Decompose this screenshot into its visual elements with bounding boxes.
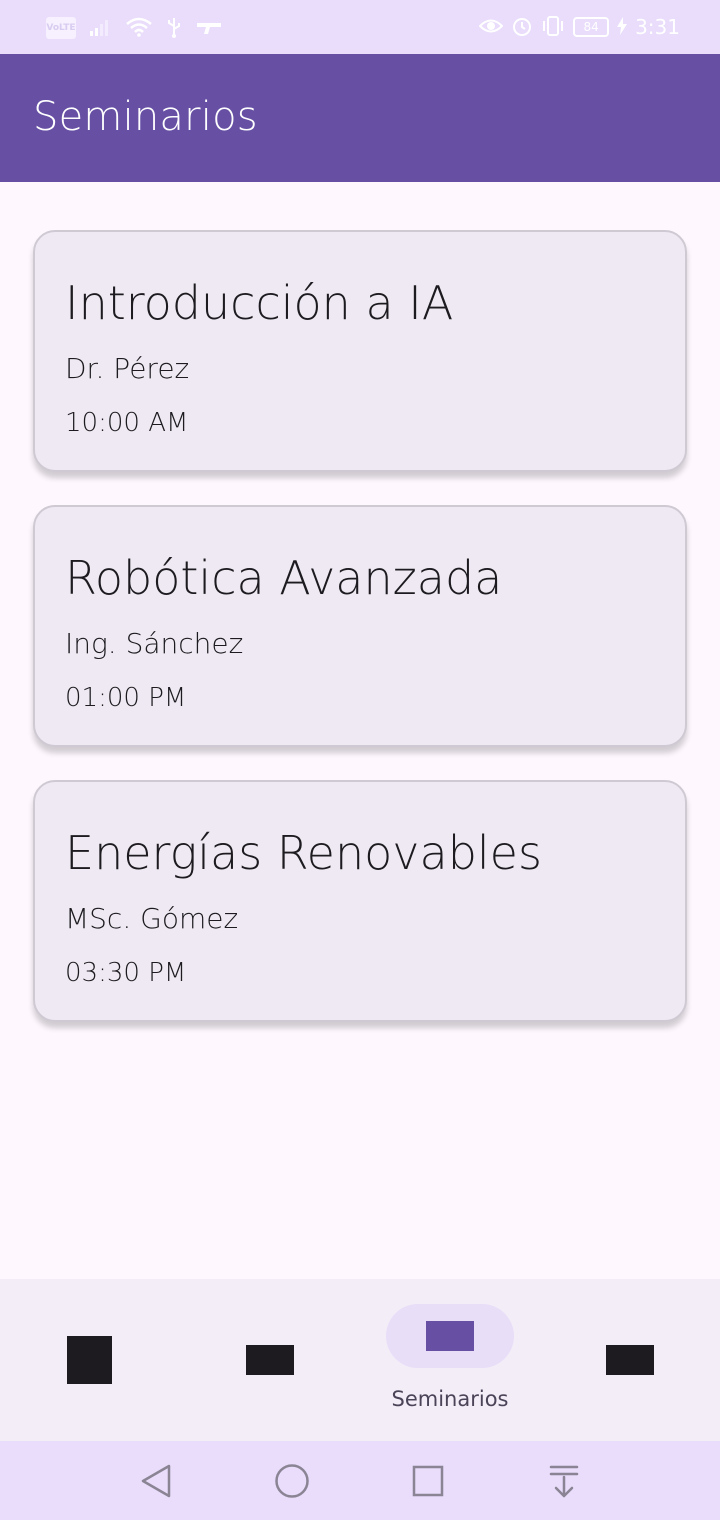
seminar-title: Introducción a IA bbox=[65, 276, 454, 330]
wifi-icon bbox=[126, 17, 152, 40]
seminar-speaker: MSc. Gómez bbox=[65, 902, 239, 935]
bottom-navigation: Seminarios bbox=[0, 1279, 720, 1441]
seminar-card[interactable]: Robótica Avanzada Ing. Sánchez 01:00 PM bbox=[33, 505, 687, 747]
placeholder-icon bbox=[246, 1345, 294, 1375]
back-icon[interactable] bbox=[140, 1463, 172, 1499]
system-navigation-bar bbox=[0, 1441, 720, 1520]
status-bar: VoLTE 84 3:31 bbox=[0, 0, 720, 54]
eye-icon bbox=[478, 17, 504, 38]
nav-item-2[interactable] bbox=[180, 1279, 360, 1441]
placeholder-icon bbox=[606, 1345, 654, 1375]
seminarios-icon bbox=[426, 1321, 474, 1351]
battery-icon: 84 bbox=[573, 17, 610, 37]
seminar-time: 10:00 AM bbox=[65, 408, 189, 438]
seminar-time: 03:30 PM bbox=[65, 958, 187, 988]
placeholder-icon bbox=[67, 1336, 112, 1384]
seminar-title: Energías Renovables bbox=[65, 826, 542, 880]
page-title: Seminarios bbox=[33, 94, 258, 140]
usb-icon bbox=[166, 16, 182, 41]
status-right: 84 3:31 bbox=[478, 14, 680, 40]
nav-active-indicator[interactable] bbox=[386, 1304, 514, 1368]
app-bar: Seminarios bbox=[0, 54, 720, 182]
nav-item-1[interactable] bbox=[0, 1279, 180, 1441]
seminar-card[interactable]: Introducción a IA Dr. Pérez 10:00 AM bbox=[33, 230, 687, 472]
seminar-time: 01:00 PM bbox=[65, 683, 187, 713]
charging-icon bbox=[617, 16, 628, 38]
seminar-speaker: Dr. Pérez bbox=[65, 352, 190, 385]
clock-time: 3:31 bbox=[635, 15, 680, 39]
seminar-list: Introducción a IA Dr. Pérez 10:00 AM Rob… bbox=[33, 230, 687, 1055]
seminar-speaker: Ing. Sánchez bbox=[65, 627, 244, 660]
alarm-icon bbox=[511, 15, 533, 40]
home-icon[interactable] bbox=[274, 1463, 310, 1499]
nav-label-seminarios[interactable]: Seminarios bbox=[360, 1387, 540, 1411]
gun-icon bbox=[196, 18, 222, 38]
seminar-title: Robótica Avanzada bbox=[65, 551, 503, 605]
status-left: VoLTE bbox=[46, 15, 222, 41]
seminar-card[interactable]: Energías Renovables MSc. Gómez 03:30 PM bbox=[33, 780, 687, 1022]
signal-icon bbox=[90, 18, 112, 39]
volte-icon: VoLTE bbox=[46, 17, 76, 39]
recents-icon[interactable] bbox=[411, 1464, 445, 1498]
nav-item-4[interactable] bbox=[540, 1279, 720, 1441]
notification-pull-icon[interactable] bbox=[548, 1463, 580, 1499]
vibrate-icon bbox=[541, 15, 565, 40]
